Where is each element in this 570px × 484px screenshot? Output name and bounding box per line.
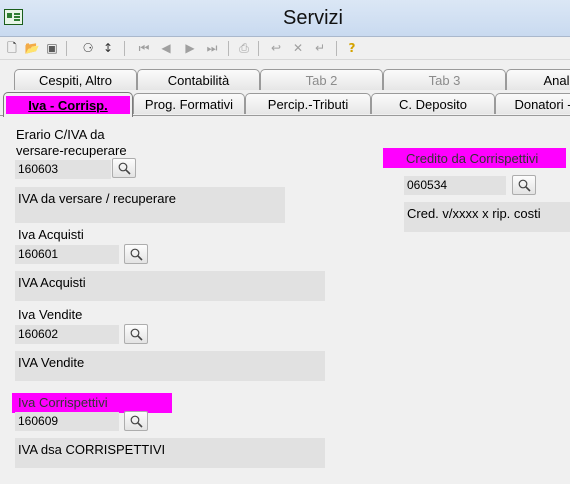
toolbar-separator [124,41,125,56]
tab-label: Percip.-Tributi [267,97,349,112]
help-icon[interactable]: ? [344,40,360,56]
tab-label: Cespiti, Altro [39,73,112,88]
tab-label: Prog. Formativi [144,97,234,112]
last-icon[interactable]: ⏭ [204,40,220,56]
tab-percip-tributi[interactable]: Percip.-Tributi [245,93,371,114]
tab-c-deposito[interactable]: C. Deposito [371,93,495,114]
tab-donatori[interactable]: Donatori - [495,93,570,114]
acquisti-label: Iva Acquisti [18,227,84,242]
vendite-label: Iva Vendite [18,307,83,322]
prev-icon[interactable]: ◀ [158,40,174,56]
search-icon [518,179,531,192]
erario-label: Erario C/IVA da versare-recuperare [16,127,127,158]
acquisti-search-button[interactable] [124,244,148,264]
insert-icon[interactable]: ↵ [312,40,328,56]
credito-code-field[interactable]: 060534 [404,176,506,195]
acquisti-code-field[interactable]: 160601 [15,245,119,264]
move-icon[interactable]: ↕ [100,40,116,56]
tab-tab3[interactable]: Tab 3 [383,69,506,90]
print-icon[interactable]: ⎙ [236,40,252,56]
erario-description: IVA da versare / recuperare [15,187,285,223]
search-icon [118,162,131,175]
search-icon [130,248,143,261]
toolbar-separator [66,41,67,56]
tab-tab2[interactable]: Tab 2 [260,69,383,90]
tab-contabilita[interactable]: Contabilità [137,69,260,90]
erario-code-field[interactable]: 160603 [15,160,111,179]
tab-label: Tab 3 [428,73,461,88]
find-icon[interactable]: ⚆ [80,40,96,56]
next-icon[interactable]: ▶ [182,40,198,56]
corrispettivi-search-button[interactable] [124,411,148,431]
link-icon[interactable]: ↩ [268,40,284,56]
acquisti-description: IVA Acquisti [15,271,325,301]
tab-anal[interactable]: Anal [506,69,570,90]
toolbar-separator [258,41,259,56]
erario-search-button[interactable] [112,158,136,178]
vendite-code-field[interactable]: 160602 [15,325,119,344]
vendite-search-button[interactable] [124,324,148,344]
new-icon[interactable]: 🗋 [4,40,20,56]
tab-prog-formativi[interactable]: Prog. Formativi [133,93,245,114]
toolbar-separator [336,41,337,56]
tab-label: Donatori - [514,97,570,112]
tab-label: C. Deposito [399,97,467,112]
delete-icon[interactable]: ✕ [290,40,306,56]
vendite-description: IVA Vendite [15,351,325,381]
tab-label: Tab 2 [305,73,338,88]
credito-description: Cred. v/xxxx x rip. costi [404,202,570,232]
credito-search-button[interactable] [512,175,536,195]
credito-label: Credito da Corrispettivi [406,151,539,166]
tab-cespiti-altro[interactable]: Cespiti, Altro [14,69,137,90]
window-title: Servizi [282,7,343,29]
toolbar: 🗋 📂 ▣ ⚆ ↕ ⏮ ◀ ▶ ⏭ ⎙ ↩ ✕ ↵ ? [0,37,570,60]
corrispettivi-description: IVA dsa CORRISPETTIVI [15,438,325,468]
open-icon[interactable]: 📂 [24,40,40,56]
search-icon [130,328,143,341]
toolbar-separator [228,41,229,56]
corrispettivi-label: Iva Corrispettivi [18,395,108,410]
corrispettivi-code-field[interactable]: 160609 [15,412,119,431]
first-icon[interactable]: ⏮ [136,40,152,56]
save-icon[interactable]: ▣ [44,40,60,56]
tab-label: Anal [543,73,570,88]
tab-iva-corrisp[interactable]: Iva - Corrisp. [3,92,133,117]
tab-label: Iva - Corrisp. [28,98,108,113]
search-icon [130,415,143,428]
tab-label: Contabilità [167,73,230,88]
